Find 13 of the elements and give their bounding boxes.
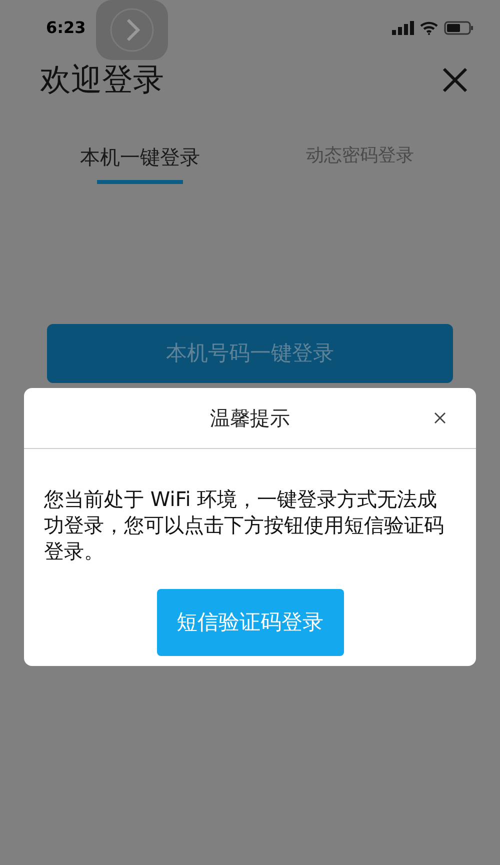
one-click-login-button[interactable]: 本机号码一键登录 xyxy=(47,324,453,383)
wifi-icon xyxy=(420,21,438,35)
page-title: 欢迎登录 xyxy=(40,60,164,100)
chevron-right-icon xyxy=(109,7,155,53)
sms-login-button[interactable]: 短信验证码登录 xyxy=(156,589,344,656)
dialog-message: 您当前处于 WiFi 环境，一键登录方式无法成功登录，您可以点击下方按钮使用短信验证码登录。 xyxy=(43,486,445,564)
login-tab[interactable]: 本机一键登录 xyxy=(30,142,250,184)
status-time: 6:23 xyxy=(46,17,86,39)
close-icon[interactable] xyxy=(434,412,446,424)
close-icon[interactable] xyxy=(442,67,468,93)
battery-icon xyxy=(444,21,474,35)
signal-icon xyxy=(392,21,414,35)
dialog-title: 温馨提示 xyxy=(210,405,290,432)
